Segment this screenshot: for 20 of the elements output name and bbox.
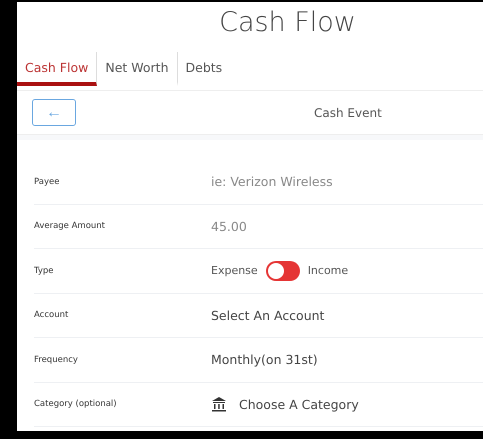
input-field[interactable]: 45.00 bbox=[211, 218, 411, 234]
category-picker[interactable]: Choose A Category bbox=[239, 396, 359, 412]
toggle-label: Income bbox=[308, 264, 348, 278]
input-field[interactable]: ie: Verizon Wireless bbox=[211, 174, 411, 190]
field-label: Payee bbox=[34, 176, 60, 187]
toggle-switch[interactable] bbox=[266, 260, 300, 281]
select-field[interactable]: Monthly(on 31st) bbox=[211, 352, 318, 368]
field-label: Frequency bbox=[34, 354, 79, 365]
select-field[interactable]: Select An Account bbox=[211, 308, 324, 323]
bank-icon bbox=[211, 396, 227, 412]
tab[interactable]: Debts bbox=[178, 52, 230, 86]
field-label: Average Amount bbox=[34, 221, 106, 232]
tab[interactable]: Cash Flow bbox=[17, 52, 98, 86]
page-title: Cash Flow bbox=[218, 6, 357, 40]
field-label: Account bbox=[34, 310, 70, 320]
toolbar-title: Cash Event bbox=[314, 106, 382, 120]
field-label: Category (optional) bbox=[34, 399, 118, 410]
field-label: Type bbox=[34, 266, 55, 276]
toggle-label: Expense bbox=[211, 264, 258, 278]
tab[interactable]: Net Worth bbox=[97, 52, 178, 86]
